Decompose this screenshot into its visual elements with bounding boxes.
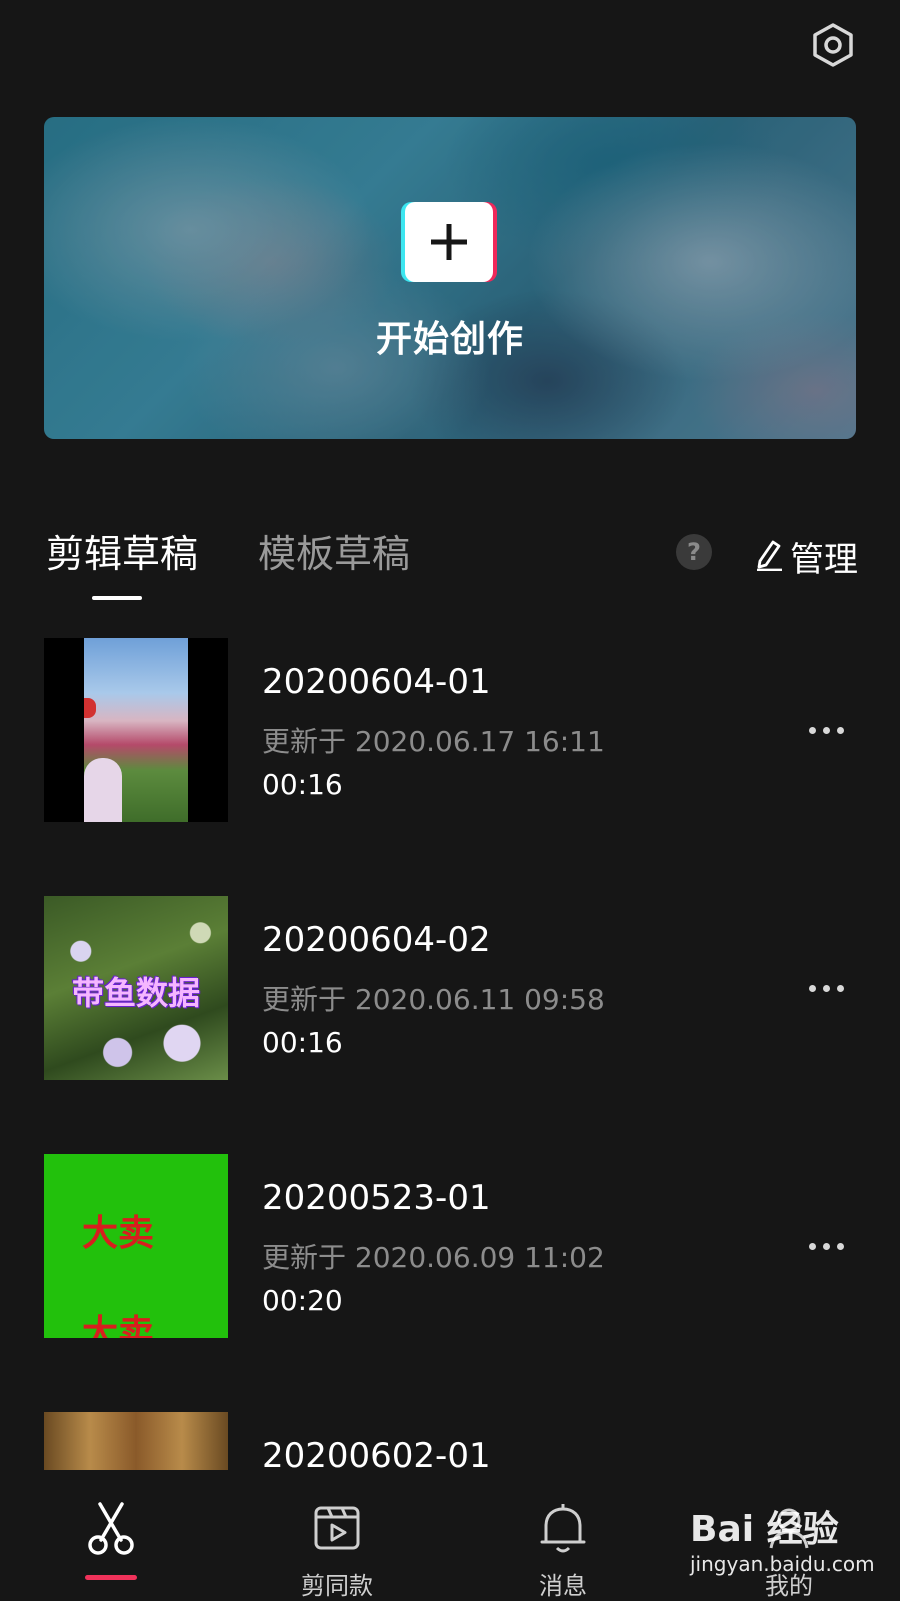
draft-thumbnail — [44, 638, 228, 822]
draft-updated-time: 更新于 2020.06.17 16:11 — [262, 725, 605, 758]
draft-item[interactable]: 20200604-01 更新于 2020.06.17 16:11 00:16 — [44, 638, 856, 822]
draft-duration: 00:16 — [262, 768, 343, 801]
settings-button[interactable] — [808, 22, 858, 72]
bell-icon — [538, 1502, 588, 1560]
help-button[interactable]: ? — [676, 534, 712, 570]
manage-label: 管理 — [790, 539, 858, 580]
plus-icon[interactable] — [405, 202, 493, 282]
nav-template[interactable]: 剪同款 — [262, 1490, 412, 1600]
tab-template-drafts[interactable]: 模板草稿 — [258, 530, 410, 578]
draft-duration: 00:20 — [262, 1284, 343, 1317]
draft-thumbnail: 带鱼数据 — [44, 896, 228, 1080]
nav-label: 我的 — [765, 1572, 813, 1600]
start-creating-label: 开始创作 — [375, 319, 524, 360]
more-options-icon[interactable] — [796, 1226, 856, 1266]
draft-item[interactable]: 带鱼数据 20200604-02 更新于 2020.06.11 09:58 00… — [44, 896, 856, 1080]
scissors-icon — [86, 1502, 136, 1560]
nav-edit[interactable] — [36, 1490, 186, 1600]
nav-label: 剪同款 — [301, 1572, 373, 1600]
active-tab-indicator — [92, 596, 142, 600]
draft-updated-time: 更新于 2020.06.11 09:58 — [262, 983, 605, 1016]
help-icon: ? — [687, 538, 701, 566]
settings-icon — [811, 22, 855, 72]
nav-messages[interactable]: 消息 — [488, 1490, 638, 1600]
draft-thumbnail: 大卖 大卖 — [44, 1154, 228, 1338]
draft-title: 20200604-01 — [262, 662, 491, 702]
more-options-icon[interactable] — [796, 710, 856, 750]
clapperboard-play-icon — [312, 1502, 362, 1556]
thumbnail-caption: 带鱼数据 — [71, 974, 200, 1012]
draft-title: 20200604-02 — [262, 920, 491, 960]
draft-item[interactable]: 大卖 大卖 20200523-01 更新于 2020.06.09 11:02 0… — [44, 1154, 856, 1338]
draft-updated-time: 更新于 2020.06.09 11:02 — [262, 1241, 605, 1274]
nav-label: 消息 — [539, 1572, 587, 1600]
profile-icon — [764, 1502, 814, 1556]
draft-duration: 00:16 — [262, 1026, 343, 1059]
active-nav-indicator — [85, 1575, 137, 1580]
manage-button[interactable]: 管理 — [754, 532, 858, 580]
thumbnail-caption-2: 大卖 — [82, 1313, 155, 1338]
edit-pencil-icon — [754, 537, 784, 575]
more-options-icon[interactable] — [796, 968, 856, 1008]
thumbnail-caption: 大卖 — [82, 1213, 155, 1254]
draft-title: 20200523-01 — [262, 1178, 491, 1218]
tab-edit-drafts[interactable]: 剪辑草稿 — [46, 530, 198, 578]
nav-profile[interactable]: 我的 — [714, 1490, 864, 1600]
